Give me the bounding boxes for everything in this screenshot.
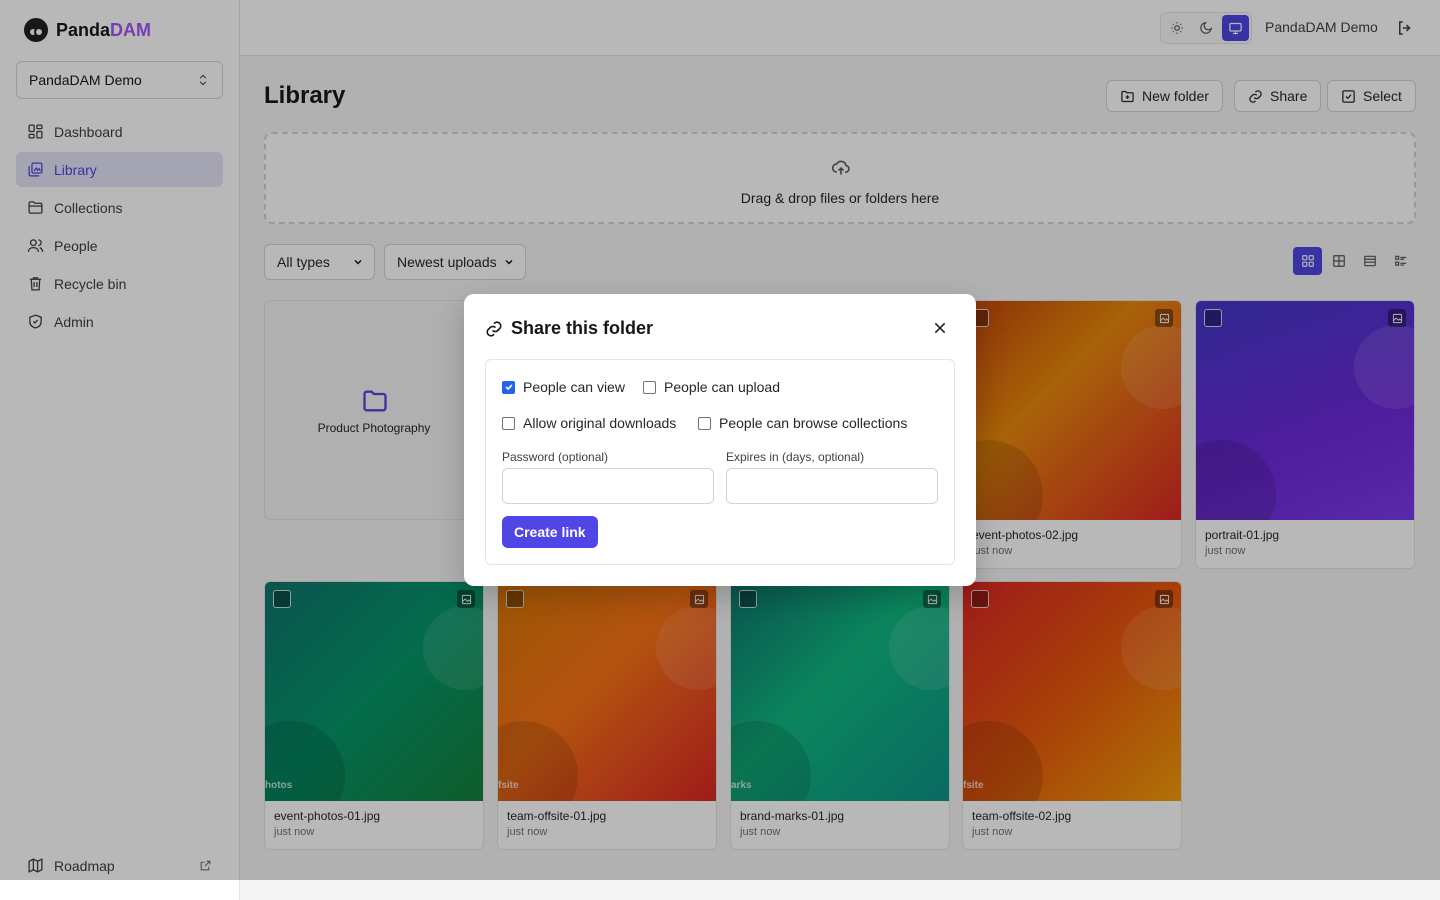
browse-collections-option[interactable]: People can browse collections (698, 415, 907, 431)
dialog-title-text: Share this folder (511, 318, 654, 338)
browse-collections-label: People can browse collections (719, 415, 908, 431)
expires-label: Expires in (days, optional) (726, 450, 865, 464)
share-options-panel: People can view People can upload Allow … (485, 359, 955, 565)
bottom-strip (0, 880, 1440, 900)
dialog-title: Share this folder (485, 318, 653, 339)
can-view-checkbox[interactable] (502, 380, 515, 394)
password-input[interactable] (502, 468, 714, 504)
can-upload-option[interactable]: People can upload (643, 379, 780, 395)
browse-collections-checkbox[interactable] (698, 416, 711, 430)
expires-input[interactable] (726, 468, 938, 504)
original-downloads-label: Allow original downloads (523, 415, 677, 431)
create-link-button[interactable]: Create link (502, 516, 598, 548)
close-icon[interactable] (932, 320, 948, 336)
can-view-option[interactable]: People can view (502, 379, 625, 395)
original-downloads-checkbox[interactable] (502, 416, 515, 430)
can-upload-label: People can upload (664, 379, 780, 395)
original-downloads-option[interactable]: Allow original downloads (502, 415, 676, 431)
share-folder-dialog: Share this folder People can view People… (464, 294, 976, 586)
link-icon (486, 320, 502, 337)
can-upload-checkbox[interactable] (643, 380, 656, 394)
can-view-label: People can view (523, 379, 625, 395)
password-label: Password (optional) (502, 450, 609, 464)
